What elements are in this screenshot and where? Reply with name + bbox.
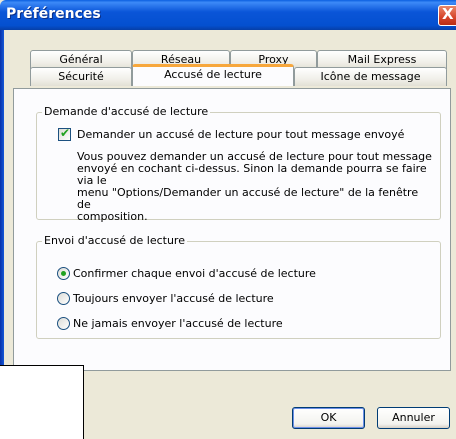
read-receipt-request-group: Demande d'accusé de lecture ✔ Demander u… — [36, 105, 441, 223]
tab-label: Accusé de lecture — [164, 68, 262, 81]
radio-confirm-each[interactable] — [57, 267, 70, 280]
group-title: Envoi d'accusé de lecture — [42, 234, 187, 247]
tab-label: Icône de message — [320, 70, 421, 83]
radio-confirm-each-label[interactable]: Confirmer chaque envoi d'accusé de lectu… — [73, 267, 316, 280]
read-receipt-send-group: Envoi d'accusé de lecture Confirmer chaq… — [36, 234, 441, 339]
group-title: Demande d'accusé de lecture — [42, 105, 211, 118]
tab-securite[interactable]: Sécurité — [30, 67, 132, 86]
window-title: Préférences — [6, 6, 101, 22]
radio-never-send-label[interactable]: Ne jamais envoyer l'accusé de lecture — [73, 317, 283, 330]
request-receipt-label[interactable]: Demander un accusé de lecture pour tout … — [77, 128, 404, 141]
tab-label: Sécurité — [58, 70, 104, 83]
tab-label: Général — [59, 53, 103, 66]
title-bar[interactable]: Préférences X — [0, 0, 456, 30]
tab-accuse-de-lecture[interactable]: Accusé de lecture — [132, 64, 294, 86]
description-line: menu "Options/Demander un accusé de lect… — [77, 186, 419, 211]
request-receipt-checkbox[interactable]: ✔ — [58, 126, 71, 141]
radio-never-send[interactable] — [57, 317, 70, 330]
blank-overlay-panel — [0, 365, 84, 439]
request-receipt-description: Vous pouvez demander un accusé de lectur… — [77, 151, 432, 223]
radio-always-send[interactable] — [57, 292, 70, 305]
radio-always-send-label[interactable]: Toujours envoyer l'accusé de lecture — [73, 292, 274, 305]
description-line: envoyé en cochant ci-dessus. Sinon la de… — [77, 162, 427, 187]
close-button[interactable]: X — [438, 5, 456, 26]
tab-icone-de-message[interactable]: Icône de message — [294, 67, 447, 86]
description-line: composition. — [77, 210, 148, 223]
radio-selected-dot — [61, 271, 66, 276]
cancel-button[interactable]: Annuler — [377, 407, 450, 429]
tab-panel: Demande d'accusé de lecture ✔ Demander u… — [13, 88, 451, 371]
tab-label: Mail Express — [347, 53, 417, 66]
checkmark-icon: ✔ — [60, 126, 71, 140]
close-icon: X — [442, 5, 454, 23]
ok-button[interactable]: OK — [292, 407, 365, 429]
